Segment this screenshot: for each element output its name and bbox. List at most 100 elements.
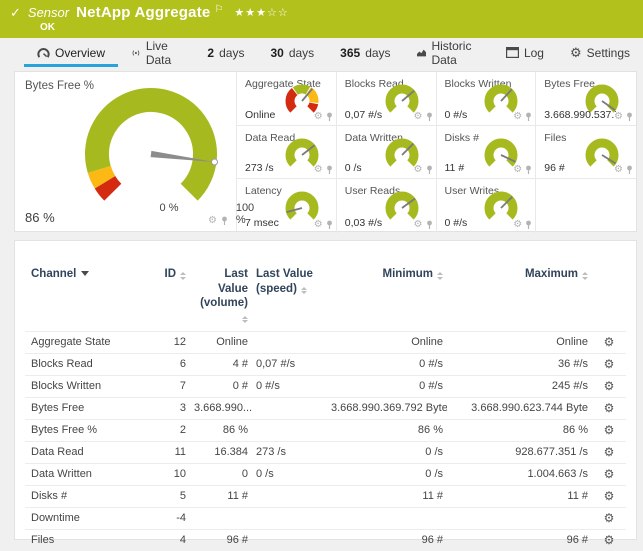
bytes-free-percent-dial: [71, 84, 231, 212]
cell-lv-volume: 0 #: [190, 375, 252, 397]
gauge-cell-data-read: Data Read273 /s⚙: [237, 126, 337, 180]
col-header-maximum[interactable]: Maximum: [447, 243, 592, 331]
sort-icon[interactable]: [242, 316, 248, 324]
gear-icon[interactable]: ⚙: [314, 165, 323, 175]
cell-channel: Downtime: [25, 507, 150, 529]
sort-icon[interactable]: [301, 287, 307, 295]
col-header-channel[interactable]: Channel: [25, 243, 150, 331]
pin-icon[interactable]: [326, 220, 333, 230]
channel-settings-icon[interactable]: ⚙: [604, 379, 615, 393]
sensor-header: ✓ Sensor NetApp Aggregate ⚐ ★★★☆☆ OK: [0, 0, 643, 38]
gauge-cell-aggregate-state: Aggregate StateOnline⚙: [237, 72, 337, 126]
gear-icon[interactable]: ⚙: [314, 220, 323, 230]
cell-lv-volume: 4 #: [190, 353, 252, 375]
gauge-cell-blocks-written: Blocks Written0 #/s⚙: [437, 72, 537, 126]
tab-30-days[interactable]: 30 days: [257, 41, 327, 67]
pin-icon[interactable]: [525, 112, 532, 122]
pin-icon[interactable]: [426, 112, 433, 122]
cell-actions: ⚙: [592, 463, 626, 485]
gear-icon[interactable]: ⚙: [614, 165, 623, 175]
cell-channel: Data Read: [25, 441, 150, 463]
table-row[interactable]: Files496 #96 #96 #⚙: [25, 529, 626, 551]
gear-icon[interactable]: ⚙: [208, 216, 217, 226]
channel-settings-icon[interactable]: ⚙: [604, 511, 615, 525]
gear-icon[interactable]: ⚙: [614, 112, 623, 122]
table-row[interactable]: Aggregate State12OnlineOnlineOnline⚙: [25, 331, 626, 353]
table-row[interactable]: Disks #511 #11 #11 #⚙: [25, 485, 626, 507]
gauge-value: 3.668.990.537.728 ...: [544, 109, 616, 121]
rating-stars[interactable]: ★★★☆☆: [234, 6, 288, 19]
cell-channel: Blocks Read: [25, 353, 150, 375]
table-row[interactable]: Downtime-4 ⚙: [25, 507, 626, 529]
col-label: Maximum: [525, 268, 578, 280]
pin-icon[interactable]: [326, 112, 333, 122]
channel-settings-icon[interactable]: ⚙: [604, 445, 615, 459]
cell-actions: ⚙: [592, 375, 626, 397]
gear-icon[interactable]: ⚙: [414, 220, 423, 230]
cell-min: 0 #/s: [327, 353, 447, 375]
cell-lv-speed: [252, 397, 327, 419]
cell-id: -4: [150, 507, 190, 529]
cell-lv-volume: Online: [190, 331, 252, 353]
sort-icon[interactable]: [180, 272, 186, 280]
channel-settings-icon[interactable]: ⚙: [604, 357, 615, 371]
gear-icon[interactable]: ⚙: [513, 220, 522, 230]
tab-overview[interactable]: Overview: [24, 41, 118, 67]
table-row[interactable]: Blocks Read64 #0,07 #/s0 #/s36 #/s⚙: [25, 353, 626, 375]
tab-label: Live Data: [146, 39, 182, 67]
table-row[interactable]: Blocks Written70 #0 #/s0 #/s245 #/s⚙: [25, 375, 626, 397]
channel-settings-icon[interactable]: ⚙: [604, 467, 615, 481]
cell-min: 96 #: [327, 529, 447, 551]
tab-unit: days: [365, 46, 390, 60]
col-header-last-value-volume[interactable]: Last Value (volume): [190, 243, 252, 331]
channel-settings-icon[interactable]: ⚙: [604, 489, 615, 503]
live-data-broadcast-icon: [131, 47, 141, 59]
tab-2-days[interactable]: 2 days: [194, 41, 257, 67]
pin-icon[interactable]: [626, 165, 633, 175]
table-row[interactable]: Data Written1000 /s0 /s1.004.663 /s⚙: [25, 463, 626, 485]
tab-settings[interactable]: ⚙ Settings: [557, 41, 643, 67]
table-row[interactable]: Bytes Free33.668.990...3.668.990.369.792…: [25, 397, 626, 419]
gear-icon[interactable]: ⚙: [314, 112, 323, 122]
cell-min: 0 /s: [327, 441, 447, 463]
table-row[interactable]: Data Read1116.384273 /s0 /s928.677.351 /…: [25, 441, 626, 463]
tab-historic-data[interactable]: Historic Data: [404, 41, 493, 67]
gauge-value: 96 #: [544, 162, 616, 174]
col-header-id[interactable]: ID: [150, 243, 190, 331]
pin-icon[interactable]: [525, 165, 532, 175]
col-label: ID: [165, 268, 177, 280]
sort-icon[interactable]: [582, 272, 588, 280]
col-header-last-value-speed[interactable]: Last Value (speed): [252, 243, 327, 331]
cell-lv-speed: 0,07 #/s: [252, 353, 327, 375]
channel-settings-icon[interactable]: ⚙: [604, 423, 615, 437]
gear-icon[interactable]: ⚙: [513, 165, 522, 175]
pin-icon[interactable]: [221, 216, 228, 226]
tab-log[interactable]: Log: [493, 41, 557, 67]
pin-icon[interactable]: [426, 220, 433, 230]
pin-icon[interactable]: [525, 220, 532, 230]
gear-icon[interactable]: ⚙: [414, 165, 423, 175]
pin-icon[interactable]: [426, 165, 433, 175]
channel-settings-icon[interactable]: ⚙: [604, 533, 615, 547]
table-row[interactable]: Bytes Free %286 %86 %86 %⚙: [25, 419, 626, 441]
gear-icon[interactable]: ⚙: [513, 112, 522, 122]
cell-max: 1.004.663 /s: [447, 463, 592, 485]
pin-icon[interactable]: [626, 112, 633, 122]
cell-channel: Aggregate State: [25, 331, 150, 353]
tab-live-data[interactable]: Live Data: [118, 41, 194, 67]
gear-icon[interactable]: ⚙: [414, 112, 423, 122]
col-header-minimum[interactable]: Minimum: [327, 243, 447, 331]
sort-icon[interactable]: [437, 272, 443, 280]
cell-lv-volume: 16.384: [190, 441, 252, 463]
tab-365-days[interactable]: 365 days: [327, 41, 403, 67]
cell-channel: Bytes Free: [25, 397, 150, 419]
cell-channel: Disks #: [25, 485, 150, 507]
pin-icon[interactable]: [326, 165, 333, 175]
channel-settings-icon[interactable]: ⚙: [604, 401, 615, 415]
cell-lv-volume: [190, 507, 252, 529]
flag-icon[interactable]: ⚐: [214, 4, 223, 15]
tab-number: 365: [340, 46, 360, 60]
cell-actions: ⚙: [592, 419, 626, 441]
channel-settings-icon[interactable]: ⚙: [604, 335, 615, 349]
col-label: Channel: [31, 268, 76, 280]
